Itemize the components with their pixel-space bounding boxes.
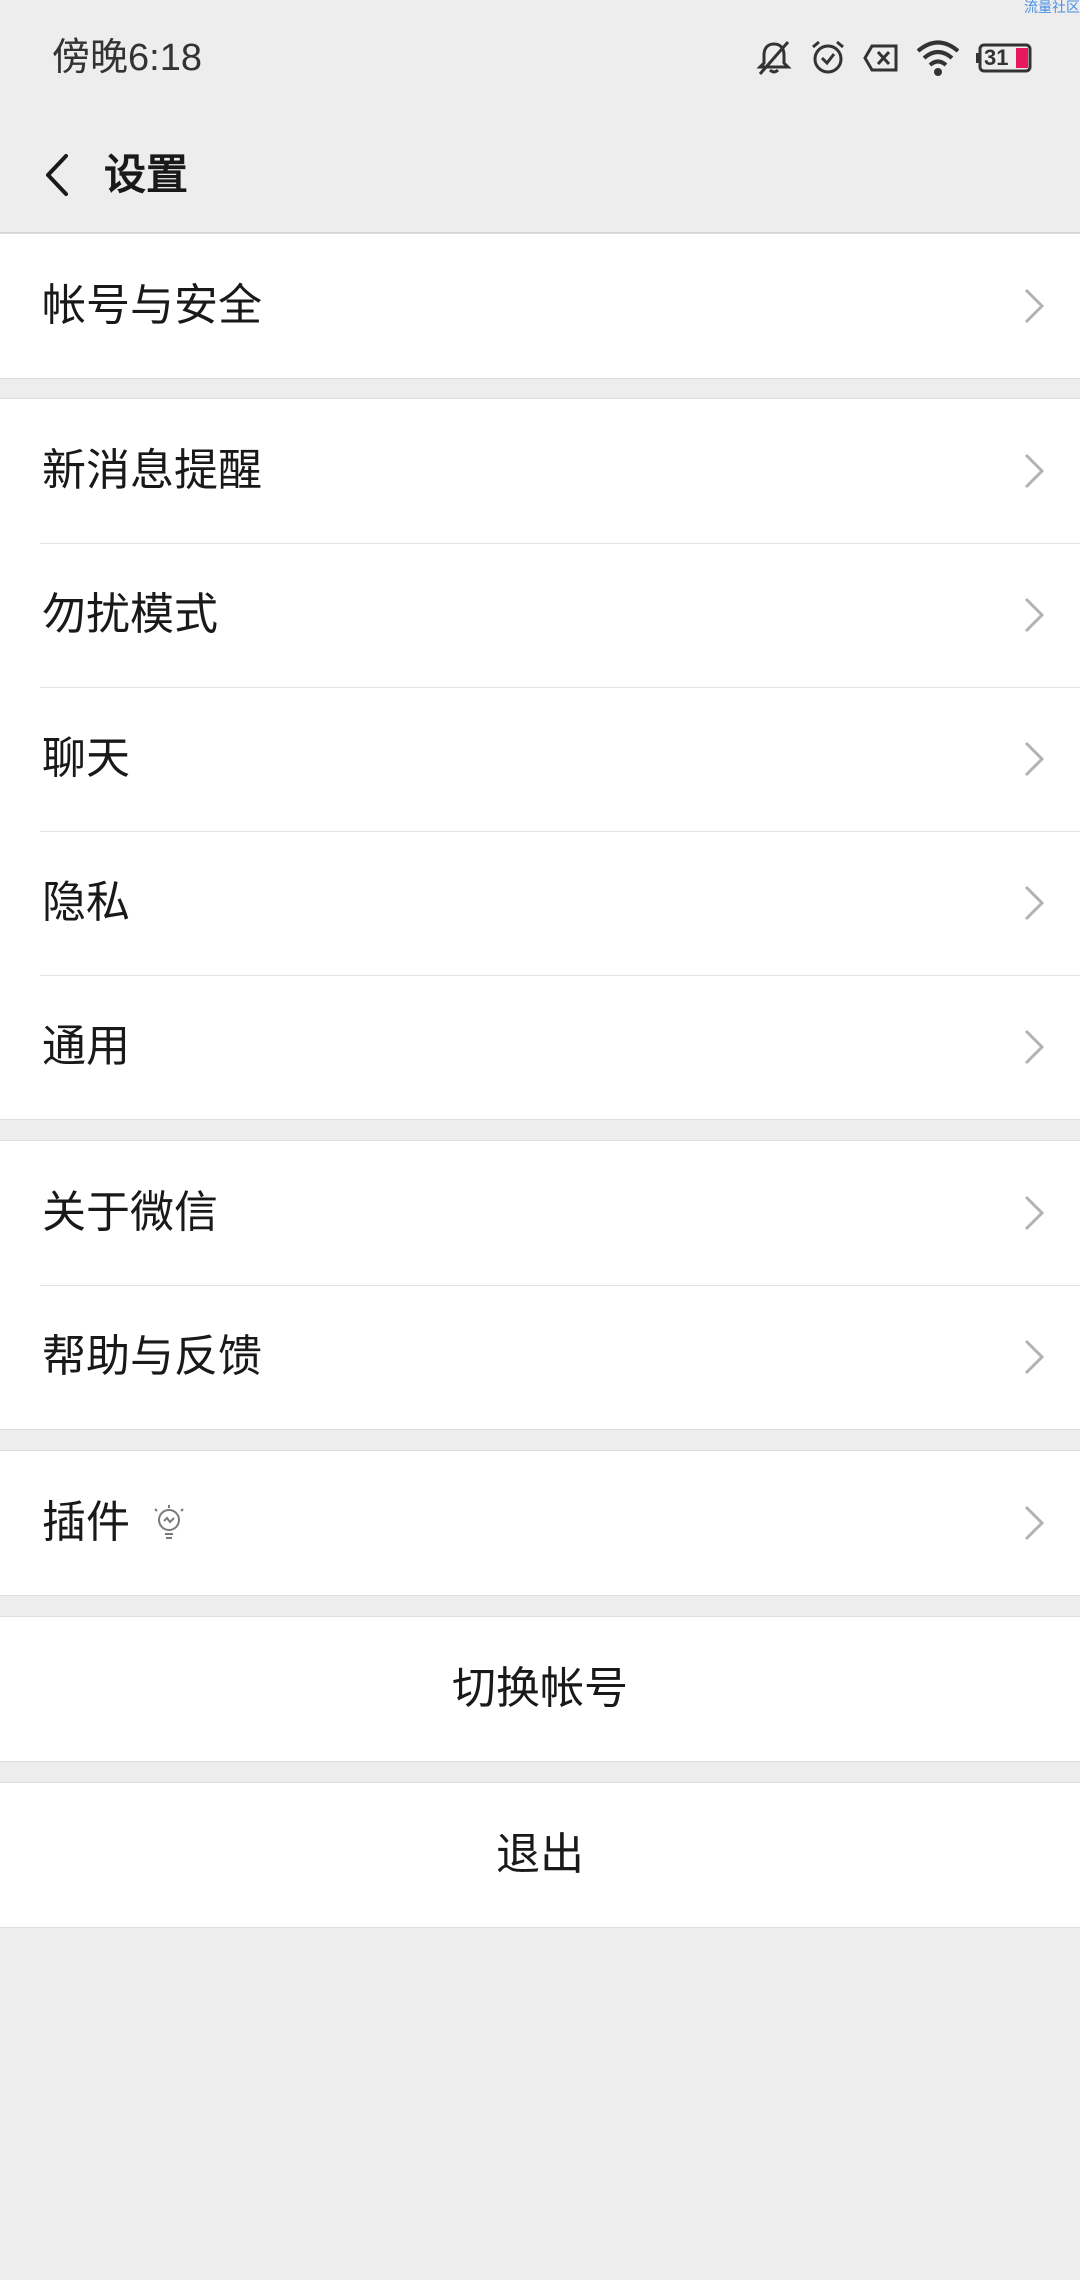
- wifi-icon: [916, 38, 960, 78]
- settings-group-plugins: 插件: [0, 1450, 1080, 1596]
- chevron-right-icon: [1024, 1029, 1045, 1065]
- chevron-right-icon: [1024, 885, 1045, 921]
- settings-item-chat[interactable]: 聊天: [0, 687, 1080, 831]
- settings-item-label: 新消息提醒: [42, 445, 262, 496]
- chevron-right-icon: [1024, 1505, 1045, 1541]
- settings-item-label: 帮助与反馈: [42, 1331, 262, 1382]
- settings-item-help-feedback[interactable]: 帮助与反馈: [0, 1285, 1080, 1429]
- settings-item-label: 关于微信: [42, 1187, 218, 1238]
- settings-item-general[interactable]: 通用: [0, 975, 1080, 1119]
- chevron-right-icon: [1024, 1195, 1045, 1231]
- settings-item-about-wechat[interactable]: 关于微信: [0, 1141, 1080, 1285]
- settings-item-plugins[interactable]: 插件: [0, 1451, 1080, 1595]
- settings-item-notifications[interactable]: 新消息提醒: [0, 399, 1080, 543]
- alarm-icon: [808, 38, 848, 78]
- back-button[interactable]: [22, 140, 92, 210]
- settings-item-label: 隐私: [42, 877, 130, 928]
- sim-error-icon: [862, 38, 902, 78]
- chevron-right-icon: [1024, 288, 1045, 324]
- chevron-right-icon: [1024, 597, 1045, 633]
- page-title: 设置: [104, 150, 189, 199]
- notifications-off-icon: [754, 38, 794, 78]
- settings-group-about: 关于微信 帮助与反馈: [0, 1140, 1080, 1430]
- chevron-left-icon: [46, 154, 68, 196]
- battery-level: 31: [984, 45, 1009, 70]
- logout-label: 退出: [496, 1829, 584, 1880]
- settings-item-label: 勿扰模式: [42, 589, 218, 640]
- settings-item-label: 通用: [42, 1021, 130, 1072]
- logout-button[interactable]: 退出: [0, 1783, 1080, 1927]
- switch-account-button[interactable]: 切换帐号: [0, 1617, 1080, 1761]
- settings-item-label: 插件: [42, 1497, 130, 1548]
- status-time: 傍晚6:18: [52, 37, 202, 79]
- watermark: 流量社区: [1024, 0, 1080, 16]
- settings-group-main: 新消息提醒 勿扰模式 聊天 隐私 通用: [0, 398, 1080, 1120]
- status-icons: 31: [754, 34, 1034, 82]
- logout-group: 退出: [0, 1782, 1080, 1928]
- switch-account-group: 切换帐号: [0, 1616, 1080, 1762]
- settings-item-label: 帐号与安全: [42, 280, 262, 331]
- nav-bar: 设置: [0, 118, 1080, 234]
- settings-item-privacy[interactable]: 隐私: [0, 831, 1080, 975]
- chevron-right-icon: [1024, 741, 1045, 777]
- status-bar: 流量社区 傍晚6:18 31: [0, 0, 1080, 118]
- chevron-right-icon: [1024, 453, 1045, 489]
- settings-group-account: 帐号与安全: [0, 233, 1080, 379]
- settings-item-do-not-disturb[interactable]: 勿扰模式: [0, 543, 1080, 687]
- settings-item-account-security[interactable]: 帐号与安全: [0, 234, 1080, 378]
- battery-icon: 31: [974, 43, 1034, 73]
- lightbulb-icon: [154, 1505, 184, 1539]
- switch-account-label: 切换帐号: [452, 1663, 628, 1714]
- chevron-right-icon: [1024, 1339, 1045, 1375]
- settings-item-label: 聊天: [42, 733, 130, 784]
